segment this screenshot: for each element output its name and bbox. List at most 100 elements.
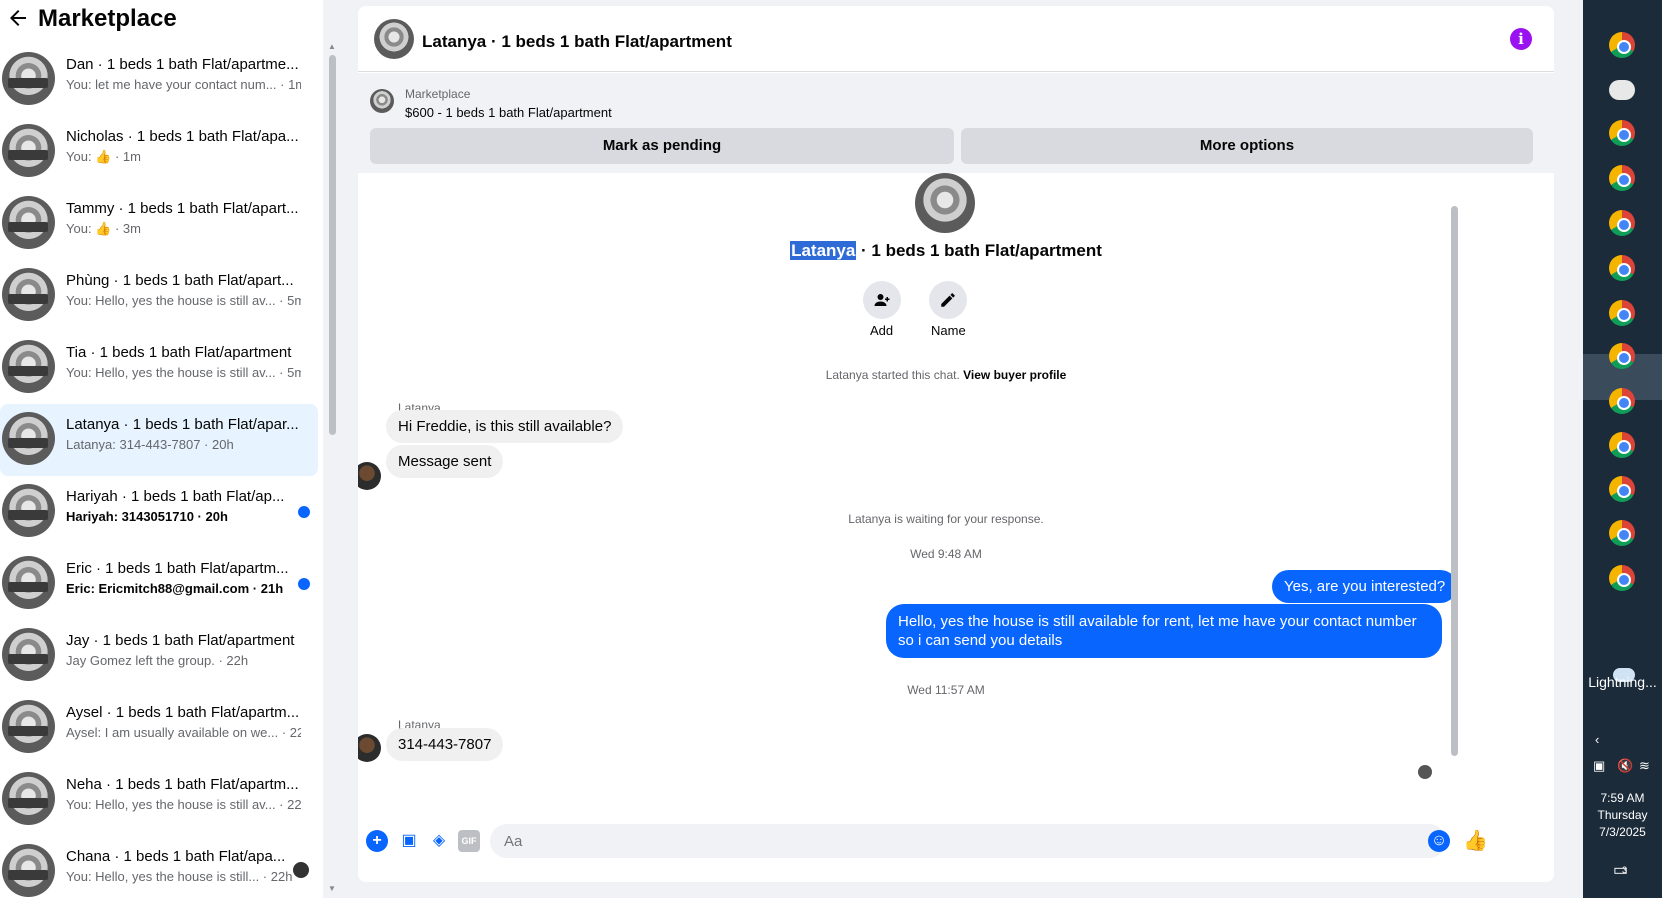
incoming-message: Message sent (386, 445, 504, 478)
seen-avatar-icon (1418, 765, 1432, 779)
conversation-preview: You: Hello, yes the house is still... · … (66, 869, 293, 884)
conversation-title: Tia · 1 beds 1 bath Flat/apartment (66, 344, 292, 361)
thumbs-up-icon[interactable]: 👍 (1463, 830, 1488, 852)
more-options-button[interactable]: More options (961, 128, 1533, 164)
conversation-preview: You: let me have your contact num... · 1… (66, 77, 301, 92)
message-thread: Latanya · 1 beds 1 bath Flat/apartment A… (358, 173, 1554, 813)
conversation-title: Nicholas · 1 beds 1 bath Flat/apa... (66, 128, 299, 145)
back-arrow-icon[interactable] (6, 6, 30, 30)
conversation-title: Latanya · 1 beds 1 bath Flat/apar... (66, 416, 299, 433)
weather-label[interactable]: Lightning... (1583, 674, 1662, 690)
scroll-up-arrow-icon[interactable]: ▲ (328, 42, 338, 51)
conversation-title: Eric · 1 beds 1 bath Flat/apartm... (66, 560, 289, 577)
listing-thumbnail (2, 52, 55, 105)
listing-thumbnail (2, 556, 55, 609)
chat-avatar[interactable] (374, 19, 414, 59)
clock-date: 7/3/2025 (1599, 825, 1646, 839)
scroll-down-arrow-icon[interactable]: ▼ (328, 884, 338, 893)
listing-thumbnail (2, 772, 55, 825)
conversation-preview: You: 👍 · 3m (66, 221, 141, 236)
mark-as-pending-button[interactable]: Mark as pending (370, 128, 954, 164)
chrome-profile-icon[interactable] (1609, 388, 1635, 414)
conversation-item[interactable]: Chana · 1 beds 1 bath Flat/apa... You: He… (0, 836, 318, 898)
conversation-item[interactable]: Tammy · 1 beds 1 bath Flat/apart... You: … (0, 188, 318, 260)
conversation-title: Neha · 1 beds 1 bath Flat/apartm... (66, 776, 299, 793)
chrome-profile-icon[interactable] (1609, 120, 1635, 146)
listing-thumbnail (2, 124, 55, 177)
listing-thumbnail (2, 484, 55, 537)
unread-dot-icon (298, 578, 310, 590)
conversation-sidebar: Marketplace Dan · 1 beds 1 bath Flat/apa… (0, 0, 323, 898)
waiting-notice: Latanya is waiting for your response. (848, 512, 1044, 526)
gif-icon[interactable]: GIF (458, 830, 480, 852)
listing-thumbnail (2, 340, 55, 393)
outgoing-message: Hello, yes the house is still available … (886, 604, 1442, 658)
system-clock[interactable]: 7:59 AM Thursday 7/3/2025 (1583, 790, 1662, 841)
chrome-profile-icon[interactable] (1609, 343, 1635, 369)
conversation-list: Dan · 1 beds 1 bath Flat/apartme... You: … (0, 44, 318, 898)
info-icon[interactable]: i (1510, 28, 1532, 50)
chrome-profile-icon[interactable] (1609, 432, 1635, 458)
chrome-profile-icon[interactable] (1609, 476, 1635, 502)
profile-name-highlight: Latanya (790, 241, 857, 260)
conversation-title: Hariyah · 1 beds 1 bath Flat/ap... (66, 488, 285, 505)
chrome-profile-icon[interactable] (1609, 165, 1635, 191)
conversation-item[interactable]: Nicholas · 1 beds 1 bath Flat/apa... You:… (0, 116, 318, 188)
outgoing-message: Yes, are you interested? (1272, 570, 1458, 603)
chevron-left-icon[interactable]: ‹ (1595, 732, 1599, 747)
clock-time: 7:59 AM (1600, 791, 1645, 805)
chrome-profile-icon[interactable] (1609, 520, 1635, 546)
conversation-item[interactable]: Hariyah · 1 beds 1 bath Flat/ap... Hariya… (0, 476, 318, 548)
conversation-preview: Latanya: 314-443-7807 · 20h (66, 437, 234, 452)
conversation-preview: You: Hello, yes the house is still av...… (66, 293, 301, 308)
chrome-profile-icon[interactable] (1609, 210, 1635, 236)
listing-thumbnail (2, 700, 55, 753)
chrome-profile-icon[interactable] (1609, 32, 1635, 58)
profile-name-rest: · 1 beds 1 bath Flat/apartment (856, 241, 1102, 260)
timestamp: Wed 11:57 AM (907, 683, 985, 697)
clock-day: Thursday (1597, 808, 1648, 822)
add-person-icon (874, 294, 890, 306)
view-buyer-profile-link[interactable]: View buyer profile (963, 368, 1066, 382)
chat-header: Latanya · 1 beds 1 bath Flat/apartment i (358, 6, 1554, 72)
conversation-item[interactable]: Phùng · 1 beds 1 bath Flat/apart... You: … (0, 260, 318, 332)
plus-icon[interactable]: + (366, 830, 388, 852)
chrome-profile-icon[interactable] (1609, 565, 1635, 591)
conversation-item[interactable]: Neha · 1 beds 1 bath Flat/apartm... You: … (0, 764, 318, 836)
volume-muted-icon[interactable]: 🔇 (1617, 758, 1633, 774)
incoming-message: Hi Freddie, is this still available? (386, 410, 624, 443)
notification-icon[interactable]: ▭ 3 (1613, 860, 1633, 879)
sticker-icon[interactable]: ◈ (428, 830, 450, 852)
cloud-app-icon[interactable] (1609, 80, 1635, 100)
conversation-item[interactable]: Tia · 1 beds 1 bath Flat/apartment You: H… (0, 332, 318, 404)
chat-title: Latanya · 1 beds 1 bath Flat/apartment (422, 32, 732, 51)
add-label: Add (870, 323, 894, 338)
listing-thumbnail (2, 196, 55, 249)
message-composer: + ▣ ◈ GIF ☺ 👍 (358, 814, 1554, 882)
conversation-preview: Hariyah: 3143051710 · 20h (66, 509, 228, 524)
conversation-item[interactable]: Jay · 1 beds 1 bath Flat/apartment Jay Go… (0, 620, 318, 692)
conversation-item[interactable]: Eric · 1 beds 1 bath Flat/apartm... Eric:… (0, 548, 318, 620)
meet-now-icon[interactable]: ▣ (1593, 758, 1605, 774)
photo-icon[interactable]: ▣ (398, 830, 420, 852)
page-title: Marketplace (38, 5, 177, 32)
sidebar-scrollbar[interactable] (329, 55, 336, 435)
wifi-icon[interactable]: ≋ (1639, 758, 1650, 774)
conversation-title: Jay · 1 beds 1 bath Flat/apartment (66, 632, 295, 649)
conversation-item[interactable]: Dan · 1 beds 1 bath Flat/apartme... You: … (0, 44, 318, 116)
listing-price[interactable]: $600 - 1 beds 1 bath Flat/apartment (405, 105, 612, 120)
chat-scrollbar[interactable] (1451, 206, 1458, 756)
conversation-preview: You: 👍 · 1m (66, 149, 141, 164)
add-person-button[interactable] (863, 281, 901, 319)
edit-name-button[interactable] (929, 281, 967, 319)
name-label: Name (931, 323, 966, 338)
chrome-profile-icon[interactable] (1609, 255, 1635, 281)
conversation-title: Phùng · 1 beds 1 bath Flat/apart... (66, 272, 294, 289)
conversation-item-active[interactable]: Latanya · 1 beds 1 bath Flat/apar... Lata… (0, 404, 318, 476)
emoji-icon[interactable]: ☺ (1428, 830, 1450, 852)
chrome-profile-icon[interactable] (1609, 300, 1635, 326)
conversation-title: Dan · 1 beds 1 bath Flat/apartme... (66, 56, 299, 73)
message-input[interactable] (490, 824, 1446, 858)
seen-avatar-icon (293, 862, 309, 878)
conversation-item[interactable]: Aysel · 1 beds 1 bath Flat/apartm... Ayse… (0, 692, 318, 764)
